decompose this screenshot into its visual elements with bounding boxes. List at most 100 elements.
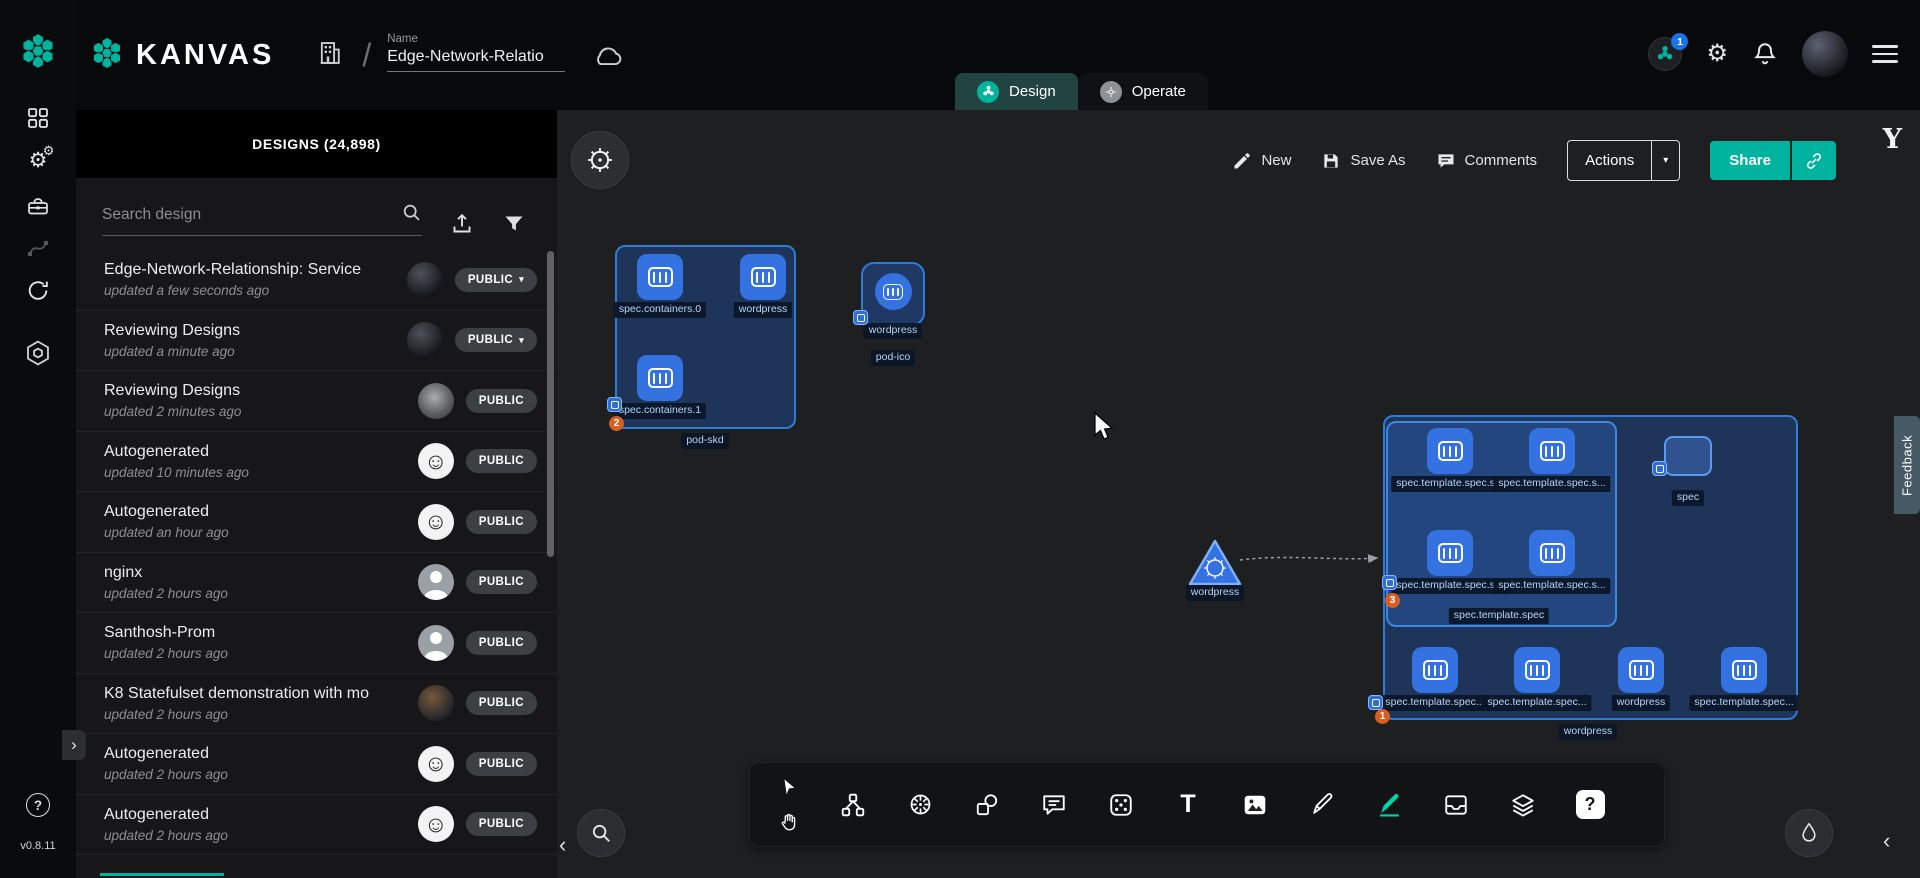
zoom-button[interactable]	[577, 809, 625, 857]
list-item[interactable]: nginxupdated 2 hours ago PUBLIC	[76, 553, 557, 614]
comment-tool-button[interactable]	[1034, 785, 1074, 825]
select-tool-button[interactable]	[774, 774, 804, 800]
shapes-tool-button[interactable]	[967, 785, 1007, 825]
tab-operate[interactable]: Operate	[1078, 73, 1208, 110]
group-shield-badge[interactable]	[1382, 575, 1397, 590]
visibility-badge[interactable]: PUBLIC	[466, 510, 537, 534]
workspace-switcher-button[interactable]: 1	[1648, 37, 1682, 71]
design-updated: updated 2 hours ago	[104, 646, 406, 661]
feedback-tab[interactable]: Feedback	[1894, 416, 1920, 514]
node-spec-template-3[interactable]	[1529, 530, 1575, 576]
sidebar-item-toolbox[interactable]	[26, 194, 50, 218]
list-item[interactable]: Santhosh-Promupdated 2 hours ago PUBLIC	[76, 613, 557, 674]
list-item[interactable]: Edge-Network-Relationship: Serviceupdate…	[76, 250, 557, 311]
design-canvas[interactable]: New Save As Comments Actions ▾ Share Y s…	[557, 110, 1920, 878]
node-bottom-2[interactable]	[1618, 647, 1664, 693]
visibility-badge[interactable]: PUBLIC▾	[455, 268, 537, 292]
sidebar-item-lifecycle[interactable]: ⚙⚙	[29, 150, 48, 171]
comments-button[interactable]: Comments	[1436, 151, 1538, 171]
visibility-badge[interactable]: PUBLIC	[466, 449, 537, 473]
subgroup-spec-template-spec[interactable]	[1386, 421, 1617, 627]
copy-link-button[interactable]	[1792, 141, 1836, 180]
cloud-sync-icon[interactable]	[591, 44, 623, 72]
list-item[interactable]: K8 Statefulset demonstration with moupda…	[76, 674, 557, 735]
dock-help-button[interactable]: ?	[1570, 785, 1610, 825]
kubernetes-context-button[interactable]	[571, 131, 629, 189]
locate-button[interactable]	[1785, 809, 1833, 857]
collapse-panel-chevron[interactable]: ‹	[559, 834, 566, 856]
share-button[interactable]: Share	[1710, 141, 1790, 180]
node-bottom-3[interactable]	[1721, 647, 1767, 693]
node-label: spec.containers.0	[614, 302, 706, 318]
components-drawer-button[interactable]	[1436, 785, 1476, 825]
visibility-badge[interactable]: PUBLIC▾	[455, 328, 537, 352]
relationship-edge[interactable]	[1237, 550, 1387, 568]
node-wordpress-container[interactable]	[740, 254, 786, 300]
sidebar-item-relationships[interactable]	[26, 236, 50, 260]
organization-icon[interactable]	[316, 39, 344, 72]
visibility-badge[interactable]: PUBLIC	[466, 752, 537, 776]
help-icon[interactable]: ?	[26, 793, 50, 817]
text-tool-button[interactable]: T	[1168, 785, 1208, 825]
screenshot-tool-button[interactable]	[1101, 785, 1141, 825]
list-item[interactable]: Autogeneratedupdated 10 minutes ago ☺ PU…	[76, 432, 557, 493]
kubernetes-tool-button[interactable]	[900, 785, 940, 825]
group-count-badge[interactable]: 2	[609, 416, 624, 431]
list-item[interactable]: Autogeneratedupdated an hour ago ☺ PUBLI…	[76, 492, 557, 553]
user-avatar[interactable]	[1802, 31, 1848, 77]
list-item[interactable]: Reviewing Designsupdated a minute ago PU…	[76, 311, 557, 372]
sketch-tool-button[interactable]	[1302, 785, 1342, 825]
design-title: Autogenerated	[104, 806, 406, 824]
layers-tool-button[interactable]	[1503, 785, 1543, 825]
actions-split-button[interactable]: Actions ▾	[1567, 140, 1680, 181]
sidebar-item-performance[interactable]	[26, 278, 51, 303]
design-name-input[interactable]	[387, 48, 565, 72]
node-label: spec.template.spec...	[1689, 695, 1798, 711]
import-design-icon[interactable]	[450, 212, 474, 236]
node-spec-containers-0[interactable]	[637, 254, 683, 300]
list-item[interactable]: Autogeneratedupdated 2 hours ago ☺ PUBLI…	[76, 734, 557, 795]
sidebar-item-kanvas-hexagon[interactable]	[25, 340, 51, 366]
list-item[interactable]: Autogeneratedupdated 2 hours ago ☺ PUBLI…	[76, 795, 557, 856]
group-count-badge[interactable]: 3	[1385, 593, 1400, 608]
filter-icon[interactable]	[502, 212, 526, 236]
draw-tool-button[interactable]	[1369, 785, 1409, 825]
node-spec-containers-1[interactable]	[637, 355, 683, 401]
list-scrollbar[interactable]	[547, 251, 554, 557]
notifications-bell-icon[interactable]	[1752, 41, 1778, 67]
hamburger-menu-icon[interactable]	[1872, 41, 1898, 67]
yaml-toggle-button[interactable]: Y	[1883, 124, 1902, 155]
settings-gear-icon[interactable]: ⚙	[1706, 42, 1728, 66]
save-as-button[interactable]: Save As	[1321, 151, 1405, 171]
node-spec-template-2[interactable]	[1427, 530, 1473, 576]
new-design-button[interactable]: New	[1232, 151, 1291, 171]
node-bottom-1[interactable]	[1514, 647, 1560, 693]
media-tool-button[interactable]	[1235, 785, 1275, 825]
node-shield-badge[interactable]	[1652, 461, 1667, 476]
node-spec-template-1[interactable]	[1529, 428, 1575, 474]
visibility-badge[interactable]: PUBLIC	[466, 691, 537, 715]
pan-tool-button[interactable]	[774, 809, 804, 835]
group-count-badge[interactable]: 1	[1375, 709, 1390, 724]
visibility-badge[interactable]: PUBLIC	[466, 812, 537, 836]
node-spec-template-0[interactable]	[1427, 428, 1473, 474]
container-icon	[751, 267, 776, 287]
group-shield-badge[interactable]	[607, 397, 622, 412]
node-spec[interactable]	[1664, 436, 1712, 476]
sidebar-item-dashboard[interactable]	[26, 106, 50, 130]
search-input[interactable]	[102, 206, 401, 224]
graph-tool-button[interactable]	[833, 785, 873, 825]
visibility-badge[interactable]: PUBLIC	[466, 631, 537, 655]
collapse-right-chevron[interactable]: ‹	[1883, 830, 1890, 852]
tab-design[interactable]: Design	[955, 73, 1078, 110]
pod-node-wordpress[interactable]	[861, 262, 925, 326]
group-shield-badge[interactable]	[1368, 695, 1383, 710]
node-shield-badge[interactable]	[853, 310, 868, 325]
kanvas-rail-logo[interactable]	[19, 32, 57, 70]
panel-expand-handle[interactable]: ›	[62, 730, 86, 760]
visibility-badge[interactable]: PUBLIC	[466, 389, 537, 413]
list-item[interactable]: Reviewing Designsupdated 2 minutes ago P…	[76, 371, 557, 432]
visibility-badge[interactable]: PUBLIC	[466, 570, 537, 594]
caret-down-icon[interactable]: ▾	[1651, 141, 1679, 180]
node-bottom-0[interactable]	[1412, 647, 1458, 693]
